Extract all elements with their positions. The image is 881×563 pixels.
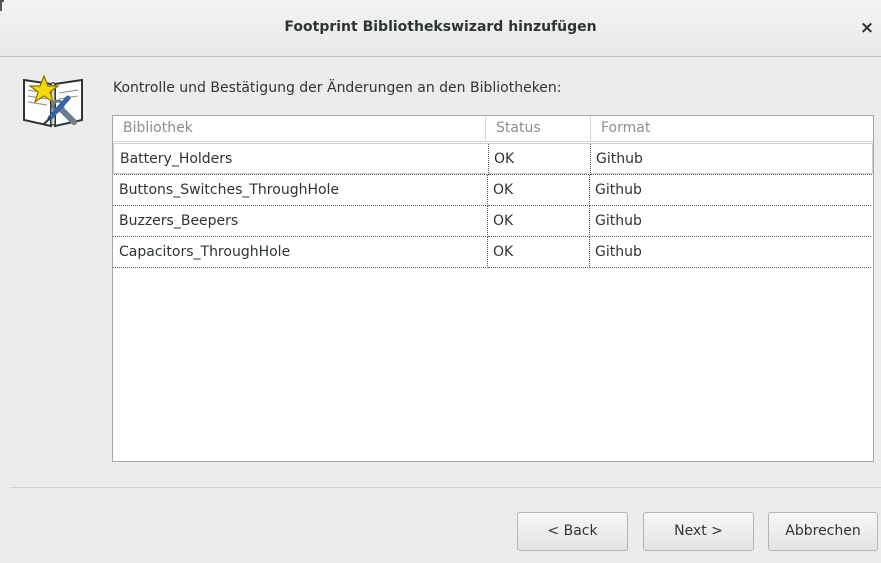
- format-cell: Github: [591, 144, 872, 175]
- library-cell: Buzzers_Beepers: [113, 206, 488, 237]
- wizard-book-icon: [23, 74, 83, 128]
- table-row[interactable]: Capacitors_ThroughHole OK Github: [113, 237, 873, 268]
- table-header: Bibliothek Status Format: [113, 116, 873, 142]
- format-cell: Github: [590, 237, 871, 268]
- format-cell: Github: [590, 175, 871, 206]
- close-icon[interactable]: ×: [858, 18, 876, 38]
- column-header-bibliothek[interactable]: Bibliothek: [113, 116, 485, 141]
- window-corner-mark: [0, 0, 4, 11]
- format-cell: Github: [590, 206, 871, 237]
- library-cell: Battery_Holders: [114, 144, 489, 175]
- status-cell: OK: [489, 144, 591, 175]
- cancel-button[interactable]: Abbrechen: [768, 512, 878, 551]
- back-button[interactable]: < Back: [517, 512, 628, 551]
- table-row[interactable]: Battery_Holders OK Github: [113, 143, 873, 175]
- next-button[interactable]: Next >: [643, 512, 754, 551]
- instruction-text: Kontrolle und Bestätigung der Änderungen…: [113, 80, 562, 96]
- library-cell: Buttons_Switches_ThroughHole: [113, 175, 488, 206]
- table-row[interactable]: Buttons_Switches_ThroughHole OK Github: [113, 175, 873, 206]
- column-header-status[interactable]: Status: [485, 116, 590, 141]
- button-area-separator: [10, 487, 881, 488]
- column-header-format[interactable]: Format: [590, 116, 873, 141]
- library-table[interactable]: Bibliothek Status Format Battery_Holders…: [112, 115, 874, 462]
- status-cell: OK: [488, 175, 590, 206]
- status-cell: OK: [488, 237, 590, 268]
- dialog-title: Footprint Bibliothekswizard hinzufügen: [284, 19, 597, 35]
- wizard-dialog: Footprint Bibliothekswizard hinzufügen ×…: [0, 0, 881, 563]
- table-row[interactable]: Buzzers_Beepers OK Github: [113, 206, 873, 237]
- library-cell: Capacitors_ThroughHole: [113, 237, 488, 268]
- status-cell: OK: [488, 206, 590, 237]
- title-bar[interactable]: Footprint Bibliothekswizard hinzufügen ×: [0, 0, 881, 57]
